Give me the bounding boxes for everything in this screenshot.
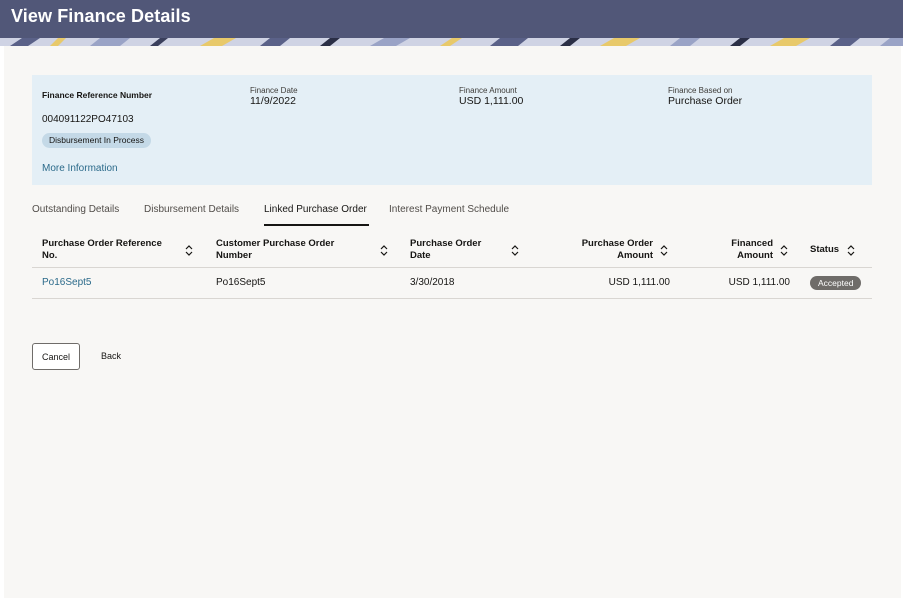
back-button[interactable]: Back — [101, 351, 121, 361]
status-badge: Accepted — [810, 276, 862, 290]
column-header-po-amount[interactable]: Purchase Order Amount — [553, 238, 653, 262]
finance-date-value: 11/9/2022 — [250, 95, 296, 107]
column-header-text: Financed — [731, 238, 773, 249]
column-header-text: Customer Purchase Order — [216, 238, 335, 249]
tab-outstanding-details[interactable]: Outstanding Details — [32, 204, 119, 215]
sort-icon[interactable] — [847, 245, 855, 256]
column-header-financed-amount[interactable]: Financed Amount — [702, 238, 773, 262]
column-header-text: Number — [216, 250, 252, 261]
finance-date-label: Finance Date — [250, 86, 298, 95]
finance-reference-label: Finance Reference Number — [42, 90, 153, 100]
column-header-status[interactable]: Status — [810, 244, 850, 256]
column-header-text: No. — [42, 250, 58, 261]
page-header: View Finance Details — [0, 0, 903, 38]
column-header-text: Amount — [737, 250, 773, 261]
finance-amount-label: Finance Amount — [459, 86, 517, 95]
sort-icon[interactable] — [511, 245, 519, 256]
row-divider — [32, 298, 872, 299]
column-header-text: Amount — [617, 250, 653, 261]
column-header-po-reference[interactable]: Purchase Order Reference No. — [42, 238, 182, 262]
column-header-text: Purchase Order Reference — [42, 238, 162, 249]
column-header-po-date[interactable]: Purchase Order Date — [410, 238, 510, 262]
tab-linked-purchase-order[interactable]: Linked Purchase Order — [264, 204, 367, 215]
page-title: View Finance Details — [11, 6, 191, 26]
column-header-text: Date — [410, 250, 431, 261]
decorative-banner — [0, 38, 903, 46]
po-amount-cell: USD 1,111.00 — [608, 277, 670, 288]
more-information-link[interactable]: More Information — [42, 163, 118, 174]
column-header-text: Purchase Order — [581, 238, 653, 249]
column-header-text: Purchase Order — [410, 238, 482, 249]
tab-disbursement-details[interactable]: Disbursement Details — [144, 204, 239, 215]
finance-based-on-value: Purchase Order — [668, 95, 743, 107]
finance-summary-panel: Finance Reference Number 004091122PO4710… — [32, 75, 872, 185]
active-tab-indicator — [264, 224, 369, 226]
financed-amount-cell: USD 1,111.00 — [728, 277, 790, 288]
finance-amount-value: USD 1,111.00 — [459, 95, 524, 107]
sort-icon[interactable] — [380, 245, 388, 256]
tab-interest-payment-schedule[interactable]: Interest Payment Schedule — [389, 204, 509, 215]
finance-reference-value: 004091122PO47103 — [42, 114, 134, 125]
column-header-text: Status — [810, 244, 840, 255]
cancel-button[interactable]: Cancel — [32, 343, 80, 370]
finance-based-on-label: Finance Based on — [668, 86, 733, 95]
sort-icon[interactable] — [185, 245, 193, 256]
po-reference-link[interactable]: Po16Sept5 — [42, 277, 92, 288]
customer-po-number-cell: Po16Sept5 — [216, 277, 266, 288]
sort-icon[interactable] — [660, 245, 668, 256]
sort-icon[interactable] — [780, 245, 788, 256]
column-header-customer-po-number[interactable]: Customer Purchase Order Number — [216, 238, 376, 262]
header-divider — [32, 267, 872, 268]
finance-status-badge: Disbursement In Process — [42, 133, 151, 148]
po-date-cell: 3/30/2018 — [410, 277, 455, 288]
